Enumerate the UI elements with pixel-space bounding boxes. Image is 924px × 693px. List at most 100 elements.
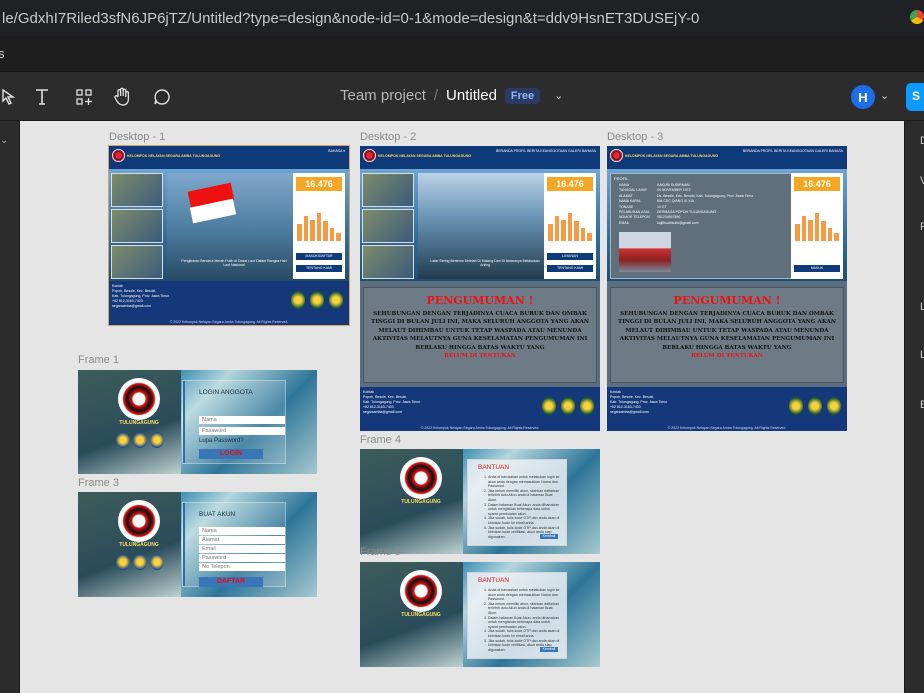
avatar[interactable]: H (851, 85, 875, 109)
org-logo (400, 570, 442, 612)
login-button[interactable]: LOGIN (199, 449, 263, 459)
footer-contact: Kontak Popoh, Besole, Kec. Besuki, Kab. Tu… (363, 390, 421, 414)
comment-tool-icon[interactable] (150, 85, 174, 109)
tentang-button[interactable]: TENTANG KAMI (296, 265, 342, 272)
frame-label-frame-3[interactable]: Frame 3 (78, 477, 119, 489)
site-header: KELOMPOK NELAYAN SEGARA AMBA TULUNGAGUNG… (360, 146, 600, 169)
site-nav: BAHASA ▾ (328, 149, 345, 153)
reg-password-input[interactable]: Password (199, 554, 285, 562)
announcement-body: SEHUBUNGAN DENGAN TERJADINYA CUACA BURUK… (370, 310, 590, 360)
reg-address-input[interactable]: Alamat (199, 536, 285, 544)
login-panel: LOGIN ANGGOTA Nama Password Lupa Passwor… (182, 380, 286, 464)
frame-3-register[interactable]: TULUNGAGUNG BUAT AKUN Nama Alamat Email … (78, 492, 317, 597)
google-icon[interactable] (910, 10, 924, 24)
profile-key: EMAIL (619, 220, 630, 225)
password-input[interactable]: Password (199, 427, 285, 435)
url-text[interactable]: le/GdxhI7Riled3sfN6JP6jTZ/Untitled?type=… (2, 10, 699, 27)
help-item: Jika sudah, tulis kode OTP dan anda akan… (488, 516, 560, 525)
footer-contact: Kontak Popoh, Besole, Kec. Besuki, Kab. Tu… (610, 390, 668, 414)
desktop-2-frame[interactable]: KELOMPOK NELAYAN SEGARA AMBA TULUNGAGUNG… (360, 146, 600, 431)
collapse-chevron-icon[interactable]: ⌄ (0, 135, 8, 146)
site-title: KELOMPOK NELAYAN SEGARA AMBA TULUNGAGUNG (625, 154, 719, 158)
avatar-chevron-down-icon[interactable]: ⌄ (880, 89, 889, 102)
panel-tab-l2[interactable]: L (920, 349, 924, 361)
tentang-button[interactable]: TENTANG KAMI (547, 265, 593, 272)
panel-tab-e[interactable]: E (920, 399, 924, 411)
slide-caption: Pengibaran Bendera Merah Putih di Dasar … (181, 259, 287, 267)
desktop-3-frame[interactable]: KELOMPOK NELAYAN SEGARA AMBA TULUNGAGUNG… (607, 146, 847, 431)
layers-panel: ⌄ (0, 121, 20, 693)
org-logo (118, 378, 160, 420)
project-name[interactable]: Team project (340, 87, 426, 104)
visitor-widget: 16.476 MASUK/DAFTAR TENTANG KAMI (293, 173, 345, 279)
help-list: Anda di harusakan untuk melakukan login … (482, 588, 560, 652)
site-header: KELOMPOK NELAYAN SEGARA AMBA TULUNGAGUNG… (607, 146, 847, 169)
visitor-chart (548, 213, 593, 241)
forgot-password-link[interactable]: Lupa Password? (199, 438, 244, 444)
panel-tab-d[interactable]: D (920, 135, 924, 147)
help-back-button[interactable]: Kembali (540, 647, 558, 652)
frame-1-login[interactable]: TULUNGAGUNG LOGIN ANGGOTA Nama Password … (78, 370, 317, 474)
file-name[interactable]: Untitled (446, 87, 497, 104)
components-tool-icon[interactable] (72, 85, 96, 109)
help-item: Anda di harusakan untuk melakukan login … (488, 475, 560, 489)
visitor-counter: 16.476 (794, 177, 840, 191)
reg-email-input[interactable]: Email (199, 545, 285, 553)
menu-label[interactable]: s (0, 46, 5, 61)
register-button[interactable]: DAFTAR (199, 577, 263, 587)
help-item: Dalam halaman Buat Akun, anda diharuskan… (488, 616, 560, 630)
chevron-down-icon[interactable]: ⌄ (554, 89, 563, 102)
frame-label-frame-4[interactable]: Frame 4 (360, 434, 401, 446)
footer-logos (789, 397, 841, 415)
visitor-chart (795, 213, 840, 241)
panel-tab-v[interactable]: V (920, 175, 924, 187)
profile-heading: PROFIL (614, 176, 629, 181)
frame-label-frame-1[interactable]: Frame 1 (78, 354, 119, 366)
help-item: Dalam halaman Buat Akun, anda diharuskan… (488, 503, 560, 517)
name-input[interactable]: Nama (199, 416, 285, 424)
panel-accent-bar (183, 503, 185, 586)
text-tool-icon[interactable] (30, 85, 54, 109)
panel-tab-f[interactable]: F (920, 221, 924, 233)
footer-logos (542, 397, 594, 415)
announcement-end: BELUM DI TENTUKAN (444, 353, 516, 360)
footer-logos (291, 291, 343, 309)
figma-menubar: s (0, 36, 924, 72)
beranda-button[interactable]: MASUK (794, 265, 840, 272)
frame-5-help[interactable]: TULUNGAGUNG BANTUAN Anda di harusakan un… (360, 562, 600, 667)
login-title: LOGIN ANGGOTA (199, 389, 253, 396)
register-title: BUAT AKUN (199, 511, 236, 518)
panel-accent-bar (183, 381, 185, 463)
site-nav: BERANDA PROFIL BERITA KEANGGOTAAN GALERI… (742, 149, 843, 153)
profile-card: PROFIL NAMA KAKUBI SUDIRMAN TANGGAL LAHIR… (610, 173, 792, 279)
announcement-text: SEHUBUNGAN DENGAN TERJADINYA CUACA BURUK… (371, 311, 589, 351)
figma-toolbar: Team project / Untitled Free ⌄ H ⌄ S (0, 73, 924, 121)
panel-tab-l1[interactable]: L (920, 301, 924, 313)
frame-label-desktop-1[interactable]: Desktop - 1 (109, 131, 165, 143)
desktop-1-frame[interactable]: KELOMPOK NELAYAN SEGARA AMBA TULUNGAGUNG… (108, 145, 350, 326)
layanan-button[interactable]: LAYANAN (547, 253, 593, 260)
visitor-counter: 16.476 (547, 177, 593, 191)
design-canvas[interactable]: Desktop - 1 Desktop - 2 Desktop - 3 Fram… (20, 121, 904, 693)
help-item: Jika belum memiliki akun, silahkan dafta… (488, 602, 560, 616)
footer-contact: Kontak Popoh, Besole, Kec. Besuki, Kab. Tu… (112, 284, 170, 308)
slide-caption: Latar Sering Bertemu Setelah Di Malang D… (430, 259, 540, 267)
hand-tool-icon[interactable] (110, 85, 134, 109)
announcement-end: BELUM DI TENTUKAN (691, 353, 763, 360)
help-back-button[interactable]: Kembali (540, 534, 558, 539)
reg-phone-input[interactable]: No Telepon (199, 563, 285, 571)
move-tool-icon[interactable] (0, 85, 20, 109)
frame-label-frame-5[interactable]: Frame 5 (360, 546, 401, 558)
help-title: BANTUAN (478, 577, 510, 584)
frame-label-desktop-3[interactable]: Desktop - 3 (607, 131, 663, 143)
announcement-box: PENGUMUMAN ! SEHUBUNGAN DENGAN TERJADINY… (363, 287, 597, 383)
help-card: BANTUAN Anda di harusakan untuk melakuka… (467, 572, 567, 659)
share-button[interactable]: S (906, 83, 924, 111)
announcement-box: PENGUMUMAN ! SEHUBUNGAN DENGAN TERJADINY… (610, 287, 844, 383)
frame-4-help[interactable]: TULUNGAGUNG BANTUAN Anda di harusakan un… (360, 449, 600, 554)
footer-copyright: © 2022 Kelompok Nelayan Segara Amba Tulu… (169, 320, 289, 324)
news-thumbnails (111, 173, 163, 279)
reg-name-input[interactable]: Nama (199, 527, 285, 535)
frame-label-desktop-2[interactable]: Desktop - 2 (360, 131, 416, 143)
layanan-button[interactable]: MASUK/DAFTAR (296, 253, 342, 260)
